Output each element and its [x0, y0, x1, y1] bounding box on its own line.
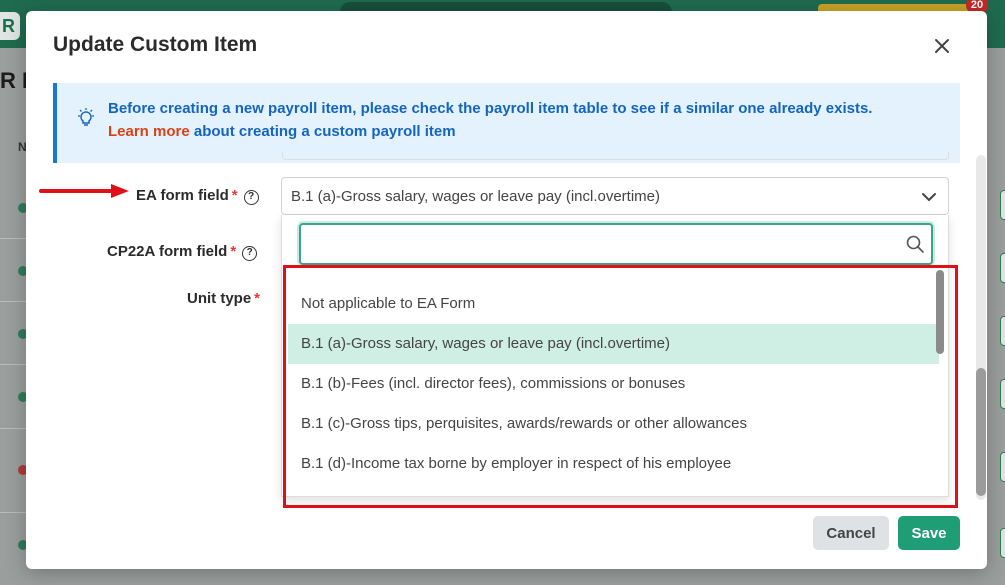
row-action-button[interactable]: [1000, 253, 1005, 283]
table-row-divider: [0, 512, 26, 513]
info-text-after: about creating a custom payroll item: [189, 123, 456, 140]
ea-form-label-text: EA form field: [136, 187, 229, 204]
modal-scrollbar-thumb[interactable]: [976, 368, 986, 496]
cp22a-label-text: CP22A form field: [107, 243, 228, 260]
required-marker: *: [231, 187, 238, 204]
learn-more-link[interactable]: Learn more: [108, 123, 190, 140]
table-row-divider: [0, 364, 26, 365]
info-banner: Before creating a new payroll item, plea…: [53, 83, 960, 163]
required-marker: *: [230, 243, 237, 260]
app-logo[interactable]: R: [0, 12, 20, 40]
row-action-button[interactable]: [1000, 452, 1005, 482]
unit-type-label: Unit type *: [187, 290, 260, 307]
dropdown-search-input[interactable]: [309, 231, 889, 257]
table-row-divider: [0, 238, 26, 239]
modal-title: Update Custom Item: [53, 33, 258, 56]
dropdown-search-field[interactable]: [299, 223, 933, 265]
ea-form-select-value: B.1 (a)-Gross salary, wages or leave pay…: [291, 188, 661, 205]
close-icon[interactable]: [931, 35, 953, 57]
cancel-button[interactable]: Cancel: [813, 516, 889, 550]
row-action-button[interactable]: [1000, 190, 1005, 220]
ea-form-field-label: EA form field *?: [136, 187, 259, 205]
cp22a-form-field-label: CP22A form field *?: [107, 243, 258, 261]
search-icon: [906, 235, 924, 253]
info-banner-text: Before creating a new payroll item, plea…: [108, 97, 888, 143]
dropdown-options-list: Not applicable to EA Form B.1 (a)-Gross …: [288, 284, 939, 495]
info-text-before: Before creating a new payroll item, plea…: [108, 100, 873, 117]
table-row-divider: [0, 428, 26, 429]
previous-field-edge: [282, 152, 949, 160]
row-action-button[interactable]: [1000, 316, 1005, 346]
lightbulb-icon: [75, 107, 97, 129]
dropdown-option[interactable]: B.1 (d)-Income tax borne by employer in …: [288, 444, 939, 484]
dropdown-option[interactable]: B.1 (b)-Fees (incl. director fees), comm…: [288, 364, 939, 404]
help-icon[interactable]: ?: [242, 246, 258, 261]
row-action-button[interactable]: [1000, 379, 1005, 409]
save-button[interactable]: Save: [898, 516, 960, 550]
row-action-button[interactable]: [1000, 528, 1005, 558]
unit-type-label-text: Unit type: [187, 290, 252, 307]
dropdown-option[interactable]: Not applicable to EA Form: [288, 284, 939, 324]
chevron-down-icon: [922, 193, 936, 201]
required-marker: *: [254, 290, 261, 307]
ea-form-dropdown: Not applicable to EA Form B.1 (a)-Gross …: [281, 215, 949, 497]
dropdown-option[interactable]: B.1 (c)-Gross tips, perquisites, awards/…: [288, 404, 939, 444]
ea-form-select[interactable]: B.1 (a)-Gross salary, wages or leave pay…: [281, 177, 949, 215]
table-row-divider: [0, 301, 26, 302]
help-icon[interactable]: ?: [243, 190, 259, 205]
dropdown-option-selected[interactable]: B.1 (a)-Gross salary, wages or leave pay…: [288, 324, 939, 364]
red-arrow-annotation: [39, 183, 131, 199]
dropdown-scrollbar[interactable]: [936, 270, 944, 354]
